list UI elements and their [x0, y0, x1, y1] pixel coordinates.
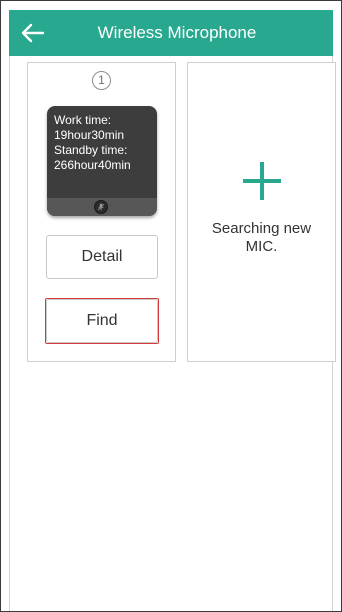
mic-info-panel: Work time: 19hour30min Standby time: 266…: [47, 106, 157, 216]
work-time-label: Work time:: [54, 113, 112, 127]
screen-frame: Wireless Microphone 1 Work time: 19hour3…: [0, 0, 342, 612]
work-time-value: 19hour30min: [54, 128, 125, 142]
find-button[interactable]: Find: [45, 298, 159, 344]
search-new-mic-label: Searching new MIC.: [211, 220, 312, 255]
content-area: 1 Work time: 19hour30min Standby time: 2…: [9, 56, 336, 611]
mic-index-badge: 1: [92, 71, 111, 90]
detail-button[interactable]: Detail: [46, 235, 158, 279]
page-title: Wireless Microphone: [97, 23, 257, 42]
find-button-label: Find: [86, 312, 118, 329]
standby-time-value: 266hour40min: [54, 158, 131, 172]
title-bar: Wireless Microphone: [9, 10, 333, 56]
microphone-muted-icon: [97, 203, 105, 211]
plus-icon: [243, 162, 281, 200]
search-new-mic-card[interactable]: Searching new MIC.: [187, 62, 336, 362]
mic-status-indicator: [94, 200, 108, 214]
microphone-card: 1 Work time: 19hour30min Standby time: 2…: [27, 62, 176, 362]
mic-status-strip: [47, 198, 157, 216]
standby-time-label: Standby time:: [54, 143, 128, 157]
mic-info-text: Work time: 19hour30min Standby time: 266…: [54, 113, 131, 173]
